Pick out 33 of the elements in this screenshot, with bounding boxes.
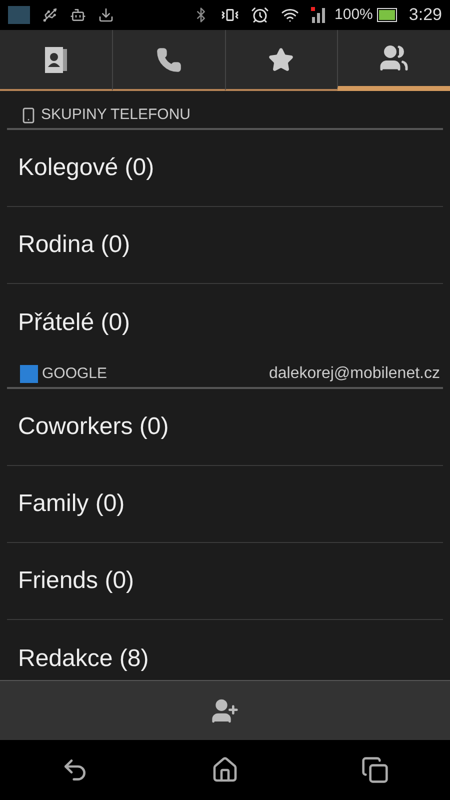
battery-icon [376, 8, 397, 22]
download-icon [98, 7, 114, 23]
tab[interactable] [224, 30, 338, 91]
group-item[interactable]: Přátelé (0) [7, 284, 443, 361]
group-item[interactable]: Kolegové (0) [7, 130, 443, 207]
wifi-icon [280, 6, 299, 24]
group-item[interactable]: Friends (0) [7, 543, 443, 620]
signal-icon [310, 7, 327, 23]
tablet-icon [20, 106, 37, 124]
android-icon [70, 7, 86, 23]
group-item[interactable]: Family (0) [7, 466, 443, 543]
home-icon [211, 756, 239, 784]
add-people-icon [211, 696, 239, 724]
recent-apps-icon [361, 756, 389, 784]
alarm-icon [250, 6, 269, 24]
star-icon [268, 46, 294, 72]
group-item[interactable]: Coworkers (0) [7, 389, 443, 466]
battery-percent: 100% [334, 4, 373, 25]
section-header: SKUPINY TELEFONU [41, 104, 192, 125]
usb-icon [42, 7, 58, 23]
tab[interactable] [112, 30, 224, 91]
phone-icon [156, 46, 182, 72]
tab[interactable] [337, 30, 450, 91]
account-email: dalekorej@mobilenet.cz [269, 364, 440, 384]
vibrate-icon [220, 6, 239, 24]
section-header: GOOGLE [42, 364, 108, 384]
contact-card-icon [44, 46, 67, 72]
people-icon [379, 43, 410, 73]
group-item[interactable]: Rodina (0) [7, 207, 443, 284]
home-button[interactable] [211, 756, 239, 784]
group-item[interactable]: Redakce (8) [7, 620, 443, 680]
recent-apps-button[interactable] [361, 756, 389, 784]
clock: 3:29 [408, 4, 442, 26]
